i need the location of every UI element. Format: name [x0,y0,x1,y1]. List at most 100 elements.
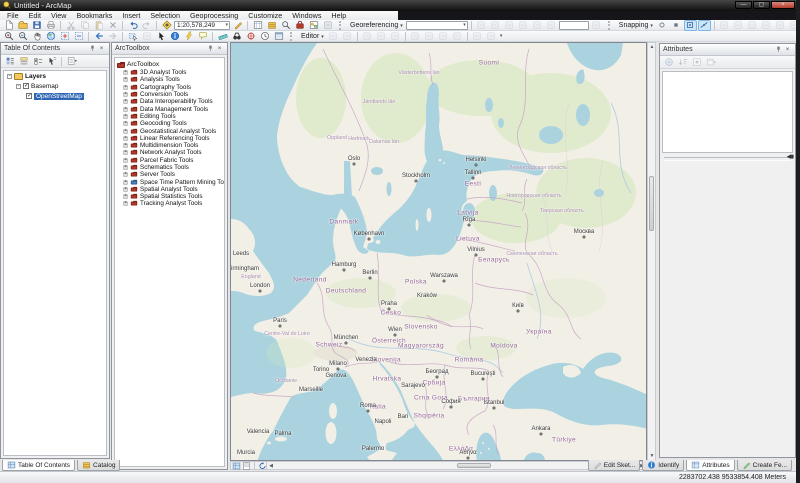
topo-edit-2-icon[interactable] [732,20,745,31]
toolbar-overflow-icon[interactable]: ▾ [500,33,503,39]
expand-icon[interactable]: + [123,202,127,206]
collapse-icon[interactable]: - [7,74,12,79]
back-arrow-icon[interactable] [92,31,105,42]
toc-basemap-node[interactable]: - ✓ Basemap [4,81,106,91]
attributes-splitter[interactable] [664,157,791,161]
toolbox-item[interactable]: +Multidimension Tools [123,142,224,149]
toolbox-item[interactable]: +Data Interoperability Tools [123,98,224,105]
topo-edit-1-icon[interactable] [718,20,731,31]
list-source-icon[interactable] [17,56,30,67]
close-icon[interactable]: × [215,44,224,53]
toolbox-item[interactable]: +Tracking Analyst Tools [123,200,224,207]
straight-segment-icon[interactable] [361,31,374,42]
sketch-properties-icon[interactable] [485,31,498,42]
expand-icon[interactable]: + [123,180,127,184]
edit-tool-icon[interactable] [327,31,340,42]
geo-link-table-icon[interactable] [531,20,544,31]
fixed-zoom-in-icon[interactable] [58,31,71,42]
expand-icon[interactable]: + [123,136,127,140]
expand-icon[interactable]: + [123,143,127,147]
full-extent-globe-icon[interactable] [44,31,57,42]
tab-identify[interactable]: Identify [642,460,684,471]
toolbox-item[interactable]: +Editing Tools [123,113,224,120]
undo-icon[interactable] [126,20,139,31]
layout-view-button[interactable] [242,462,251,470]
table-window-icon[interactable] [251,20,264,31]
expand-icon[interactable]: + [123,129,127,133]
catalog-window-icon[interactable] [265,20,278,31]
end-snap-icon[interactable] [670,20,683,31]
geo-rotate-icon[interactable] [475,20,488,31]
tab-table-of-contents[interactable]: Table Of Contents [2,460,75,471]
vertex-snap-icon[interactable] [684,20,697,31]
pin-icon[interactable] [774,45,783,54]
expand-icon[interactable]: + [123,122,127,126]
select-features-icon[interactable] [126,31,139,42]
html-popup-icon[interactable] [196,31,209,42]
georeferencing-cell-input[interactable] [559,21,589,30]
cut-icon[interactable] [64,20,77,31]
scroll-up-icon[interactable]: ▲ [648,43,656,51]
toolbox-item[interactable]: +Schematics Tools [123,164,224,171]
map-scale-combo[interactable]: 1:20,578,249▾ [174,21,230,30]
copy-icon[interactable] [78,20,91,31]
save-icon[interactable] [30,20,43,31]
arctoolbox-root-node[interactable]: ArcToolbox [117,60,224,69]
tab-create-fe-[interactable]: Create Fe... [737,460,792,471]
print-icon[interactable] [44,20,57,31]
menu-customize[interactable]: Customize [243,11,287,20]
attr-expand-icon[interactable] [690,57,703,68]
list-visibility-icon[interactable] [31,56,44,67]
toolbox-item[interactable]: +Spatial Statistics Tools [123,193,224,200]
hyperlink-bolt-icon[interactable] [182,31,195,42]
menu-windows[interactable]: Windows [287,11,326,20]
attributes-tab-icon[interactable] [691,461,700,470]
arctoolbox-window-icon[interactable] [293,20,306,31]
expand-icon[interactable]: + [123,71,127,75]
menu-edit[interactable]: Edit [24,11,46,20]
toolbox-item[interactable]: +Spatial Analyst Tools [123,186,224,193]
identify-icon[interactable] [168,31,181,42]
toolbar-grip[interactable] [290,32,294,41]
toolbox-item[interactable]: +Parcel Fabric Tools [123,157,224,164]
openstreetmap-checkbox[interactable]: ✓ [26,93,32,99]
tab-attributes[interactable]: Attributes [686,460,734,471]
toolbar-grip[interactable] [339,21,343,30]
toolbox-item[interactable]: +Space Time Pattern Mining Tools [123,178,224,185]
map-vertical-scrollbar[interactable]: ▲ ▼ [647,42,656,461]
search-window-icon[interactable] [279,20,292,31]
expand-icon[interactable]: + [123,100,127,104]
list-selection-icon[interactable] [45,56,58,67]
menu-bookmarks[interactable]: Bookmarks [71,11,117,20]
reshape-feature-icon[interactable] [423,31,436,42]
expand-icon[interactable]: + [123,165,127,169]
measure-ruler-icon[interactable] [216,31,229,42]
pin-icon[interactable] [88,44,97,53]
menu-file[interactable]: File [2,11,24,20]
edit-annotation-icon[interactable] [341,31,354,42]
edit-sketch-tab-icon[interactable] [593,461,602,470]
geo-scale-icon[interactable] [503,20,516,31]
scroll-left-icon[interactable]: ◀ [267,462,275,470]
toolbox-item[interactable]: +Analysis Tools [123,76,224,83]
topo-edit-5-icon[interactable] [774,20,787,31]
georeferencing-layer-combo[interactable]: ▾ [406,21,468,30]
redo-icon[interactable] [140,20,153,31]
editor-menu[interactable]: Editor▾ [298,33,326,40]
delete-x-icon[interactable] [106,20,119,31]
attributes-window-icon[interactable] [471,31,484,42]
pan-hand-icon[interactable] [30,31,43,42]
split-tool-icon[interactable] [437,31,450,42]
find-binoculars-icon[interactable] [230,31,243,42]
minimize-button[interactable]: — [735,1,752,9]
expand-icon[interactable]: + [123,85,127,89]
attributes-tree-area[interactable] [662,71,793,153]
zoom-in-icon[interactable] [2,31,15,42]
topo-edit-4-icon[interactable] [760,20,773,31]
splitter-collapse-icon[interactable]: ◀▮▮ [787,154,793,160]
expand-icon[interactable]: + [123,114,127,118]
expand-icon[interactable]: + [123,151,127,155]
trace-tool-icon[interactable] [389,31,402,42]
new-document-icon[interactable] [2,20,15,31]
menu-view[interactable]: View [46,11,71,20]
